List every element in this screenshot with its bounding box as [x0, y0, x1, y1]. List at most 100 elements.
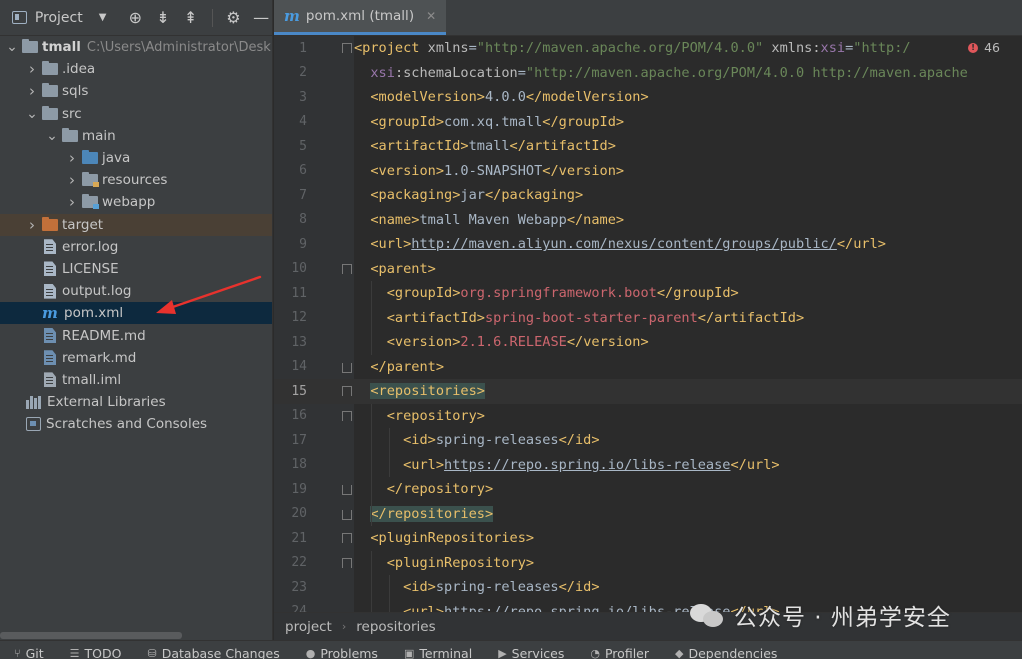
tree-item-license[interactable]: LICENSE	[0, 258, 272, 280]
code-text: <modelVersion>4.0.0</modelVersion>	[370, 89, 649, 106]
tree-item-resources[interactable]: › resources	[0, 169, 272, 191]
code-line[interactable]: 4 <groupId>com.xq.tmall</groupId>	[274, 110, 1022, 135]
code-line[interactable]: 12 <artifactId>spring-boot-starter-paren…	[274, 306, 1022, 331]
code-line[interactable]: 16 <repository>	[274, 404, 1022, 429]
fold-marker-icon[interactable]	[307, 551, 354, 576]
tree-item-readme-md[interactable]: README.md	[0, 324, 272, 346]
chevron-right-icon[interactable]: ›	[66, 193, 78, 211]
watermark: 公众号 · 州弟学安全	[690, 598, 951, 632]
resources-folder-icon	[82, 172, 99, 188]
code-line[interactable]: 21 <pluginRepositories>	[274, 526, 1022, 551]
tree-item-idea[interactable]: › .idea	[0, 58, 272, 80]
chevron-right-icon[interactable]: ›	[26, 82, 38, 100]
code-text: <groupId>org.springframework.boot</group…	[386, 285, 739, 302]
code-line[interactable]: 18 <url>https://repo.spring.io/libs-rele…	[274, 453, 1022, 478]
maven-file-icon: m	[284, 6, 300, 25]
gutter-space	[307, 575, 354, 600]
tree-item-target[interactable]: › target	[0, 213, 272, 236]
project-view-title[interactable]: Project	[35, 10, 83, 26]
code-line[interactable]: 15 <repositories>	[274, 379, 1022, 404]
tree-item-output-log[interactable]: output.log	[0, 280, 272, 302]
toolwindow-profiler[interactable]: ◔ Profiler	[576, 646, 661, 659]
toolwindow-label: TODO	[84, 645, 122, 659]
fold-marker-icon[interactable]	[307, 404, 354, 429]
toolwindow-git[interactable]: ⑂ Git	[0, 646, 56, 659]
code-line[interactable]: 7 <packaging>jar</packaging>	[274, 183, 1022, 208]
tree-item-scratches-and-consoles[interactable]: Scratches and Consoles	[0, 413, 272, 435]
fold-marker-icon[interactable]	[307, 257, 354, 282]
toolwindow-label: Database Changes	[161, 645, 280, 659]
toolwindow-services[interactable]: ▶ Services	[484, 646, 576, 659]
toolwindow-dependencies[interactable]: ◆ Dependencies	[661, 646, 789, 659]
code-line[interactable]: 11 <groupId>org.springframework.boot</gr…	[274, 281, 1022, 306]
markdown-file-icon	[44, 328, 56, 344]
toolwindow-problems[interactable]: ● Problems	[292, 646, 390, 659]
hide-icon[interactable]: —	[250, 7, 272, 29]
code-line[interactable]: 5 <artifactId>tmall</artifactId>	[274, 134, 1022, 159]
gutter-space	[307, 134, 354, 159]
gear-icon[interactable]: ⚙	[223, 7, 245, 29]
code-line[interactable]: 10 <parent>	[274, 257, 1022, 282]
tab-pom-xml[interactable]: m pom.xml (tmall) ✕	[274, 0, 447, 35]
tree-item-java[interactable]: › java	[0, 147, 272, 169]
code-line[interactable]: 8 <name>tmall Maven Webapp</name>	[274, 208, 1022, 233]
chevron-right-icon[interactable]: ›	[26, 60, 38, 78]
code-line[interactable]: 9 <url>http://maven.aliyun.com/nexus/con…	[274, 232, 1022, 257]
chevron-right-icon[interactable]: ›	[66, 171, 78, 189]
collapse-all-icon[interactable]: ⇞	[180, 7, 202, 29]
tree-item-pom-xml[interactable]: m pom.xml	[0, 302, 272, 325]
code-editor[interactable]: 1 <project xmlns="http://maven.apache.org…	[274, 36, 1022, 612]
scrollbar-thumb[interactable]	[0, 632, 182, 639]
code-line[interactable]: 13 <version>2.1.6.RELEASE</version>	[274, 330, 1022, 355]
fold-marker-icon[interactable]	[307, 355, 354, 380]
tree-item-external-libraries[interactable]: External Libraries	[0, 391, 272, 413]
code-line[interactable]: 3 <modelVersion>4.0.0</modelVersion>	[274, 85, 1022, 110]
line-number: 21	[291, 530, 307, 546]
toolbar-divider	[211, 8, 213, 27]
line-number: 17	[291, 432, 307, 448]
tree-item-webapp[interactable]: › webapp	[0, 191, 272, 213]
code-line[interactable]: 1 <project xmlns="http://maven.apache.org…	[274, 36, 1022, 61]
code-line[interactable]: 17 <id>spring-releases</id>	[274, 428, 1022, 453]
breadcrumb-item-repositories[interactable]: repositories	[356, 619, 435, 635]
chevron-down-icon[interactable]: ▼	[99, 12, 107, 23]
chevron-right-icon[interactable]: ›	[26, 216, 38, 234]
code-line[interactable]: 23 <id>spring-releases</id>	[274, 575, 1022, 600]
line-number: 19	[291, 481, 307, 497]
tree-item-tmall[interactable]: ⌄ tmall C:\Users\Administrator\Desk	[0, 36, 272, 58]
tree-item-remark-md[interactable]: remark.md	[0, 347, 272, 369]
tree-item-error-log[interactable]: error.log	[0, 236, 272, 258]
code-line[interactable]: 6 <version>1.0-SNAPSHOT</version>	[274, 159, 1022, 184]
close-icon[interactable]: ✕	[426, 9, 436, 23]
sidebar-horizontal-scrollbar[interactable]	[0, 630, 272, 640]
inspection-widget[interactable]: ! 46	[964, 40, 1000, 55]
toolwindow-todo[interactable]: ☰ TODO	[56, 646, 134, 659]
chevron-down-icon[interactable]: ⌄	[46, 128, 58, 144]
folder-icon	[42, 105, 58, 120]
code-line[interactable]: 2 xsi:schemaLocation="http://maven.apach…	[274, 61, 1022, 86]
code-line[interactable]: 22 <pluginRepository>	[274, 551, 1022, 576]
toolwindow-terminal[interactable]: ▣ Terminal	[390, 646, 484, 659]
fold-marker-icon[interactable]	[307, 36, 354, 61]
tree-item-tmall-iml[interactable]: tmall.iml	[0, 369, 272, 391]
chevron-down-icon[interactable]: ⌄	[6, 39, 18, 55]
line-number: 13	[291, 334, 307, 350]
code-line[interactable]: 19 </repository>	[274, 477, 1022, 502]
breadcrumb-item-project[interactable]: project	[285, 619, 332, 635]
tree-item-main[interactable]: ⌄ main	[0, 125, 272, 147]
fold-marker-icon[interactable]	[307, 379, 354, 404]
fold-marker-icon[interactable]	[307, 526, 354, 551]
gutter-space	[307, 428, 354, 453]
code-line[interactable]: 14 </parent>	[274, 355, 1022, 380]
fold-marker-icon[interactable]	[307, 502, 354, 527]
fold-marker-icon[interactable]	[307, 477, 354, 502]
tree-item-src[interactable]: ⌄ src	[0, 103, 272, 125]
tree-item-sqls[interactable]: › sqls	[0, 80, 272, 102]
chevron-down-icon[interactable]: ⌄	[26, 106, 38, 122]
toolwindow-database-changes[interactable]: ⛁ Database Changes	[134, 646, 292, 659]
code-text: <version>2.1.6.RELEASE</version>	[386, 334, 649, 351]
expand-all-icon[interactable]: ⇟	[152, 7, 174, 29]
code-line[interactable]: 20 </repositories>	[274, 502, 1022, 527]
locate-file-icon[interactable]: ⊕	[124, 7, 146, 29]
chevron-right-icon[interactable]: ›	[66, 149, 78, 167]
